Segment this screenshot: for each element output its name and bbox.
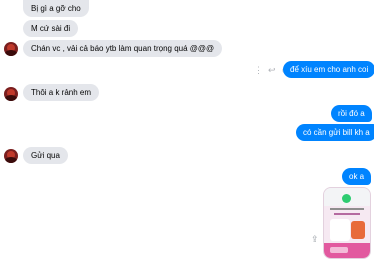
incoming-message[interactable]: Chán vc , vải cả báo ytb làm quan trọng … xyxy=(23,40,223,57)
outgoing-message[interactable]: rồi đó a xyxy=(331,105,372,122)
message-text: Bị gì a gỡ cho xyxy=(31,4,81,13)
message-text: rồi đó a xyxy=(338,109,365,118)
message-text: Chán vc , vải cả báo ytb làm quan trọng … xyxy=(31,44,215,53)
share-icon[interactable]: ⇪ xyxy=(311,234,319,245)
image-attachment[interactable] xyxy=(323,187,371,259)
message-text: Thôi a k rảnh em xyxy=(31,88,92,97)
avatar[interactable] xyxy=(4,149,18,163)
message-text: M cứ sài đi xyxy=(31,24,71,33)
incoming-message[interactable]: M cứ sài đi xyxy=(23,20,79,37)
more-options-icon[interactable]: ⋮ xyxy=(254,66,263,75)
incoming-message[interactable]: Thôi a k rảnh em xyxy=(23,84,100,101)
avatar[interactable] xyxy=(4,42,18,56)
message-text: để xíu em cho anh coi xyxy=(290,65,369,74)
incoming-message[interactable]: Gửi qua xyxy=(23,147,68,164)
outgoing-message[interactable]: để xíu em cho anh coi xyxy=(283,61,374,78)
avatar[interactable] xyxy=(4,87,18,101)
outgoing-message[interactable]: có cần gửi bill kh a xyxy=(296,124,374,141)
message-text: Gửi qua xyxy=(31,151,60,160)
message-text: có cần gửi bill kh a xyxy=(303,128,370,137)
incoming-message[interactable]: Bị gì a gỡ cho xyxy=(23,0,89,17)
message-text: ok a xyxy=(349,172,365,181)
reply-icon[interactable]: ↩ xyxy=(268,66,276,75)
outgoing-message[interactable]: ok a xyxy=(342,168,372,185)
